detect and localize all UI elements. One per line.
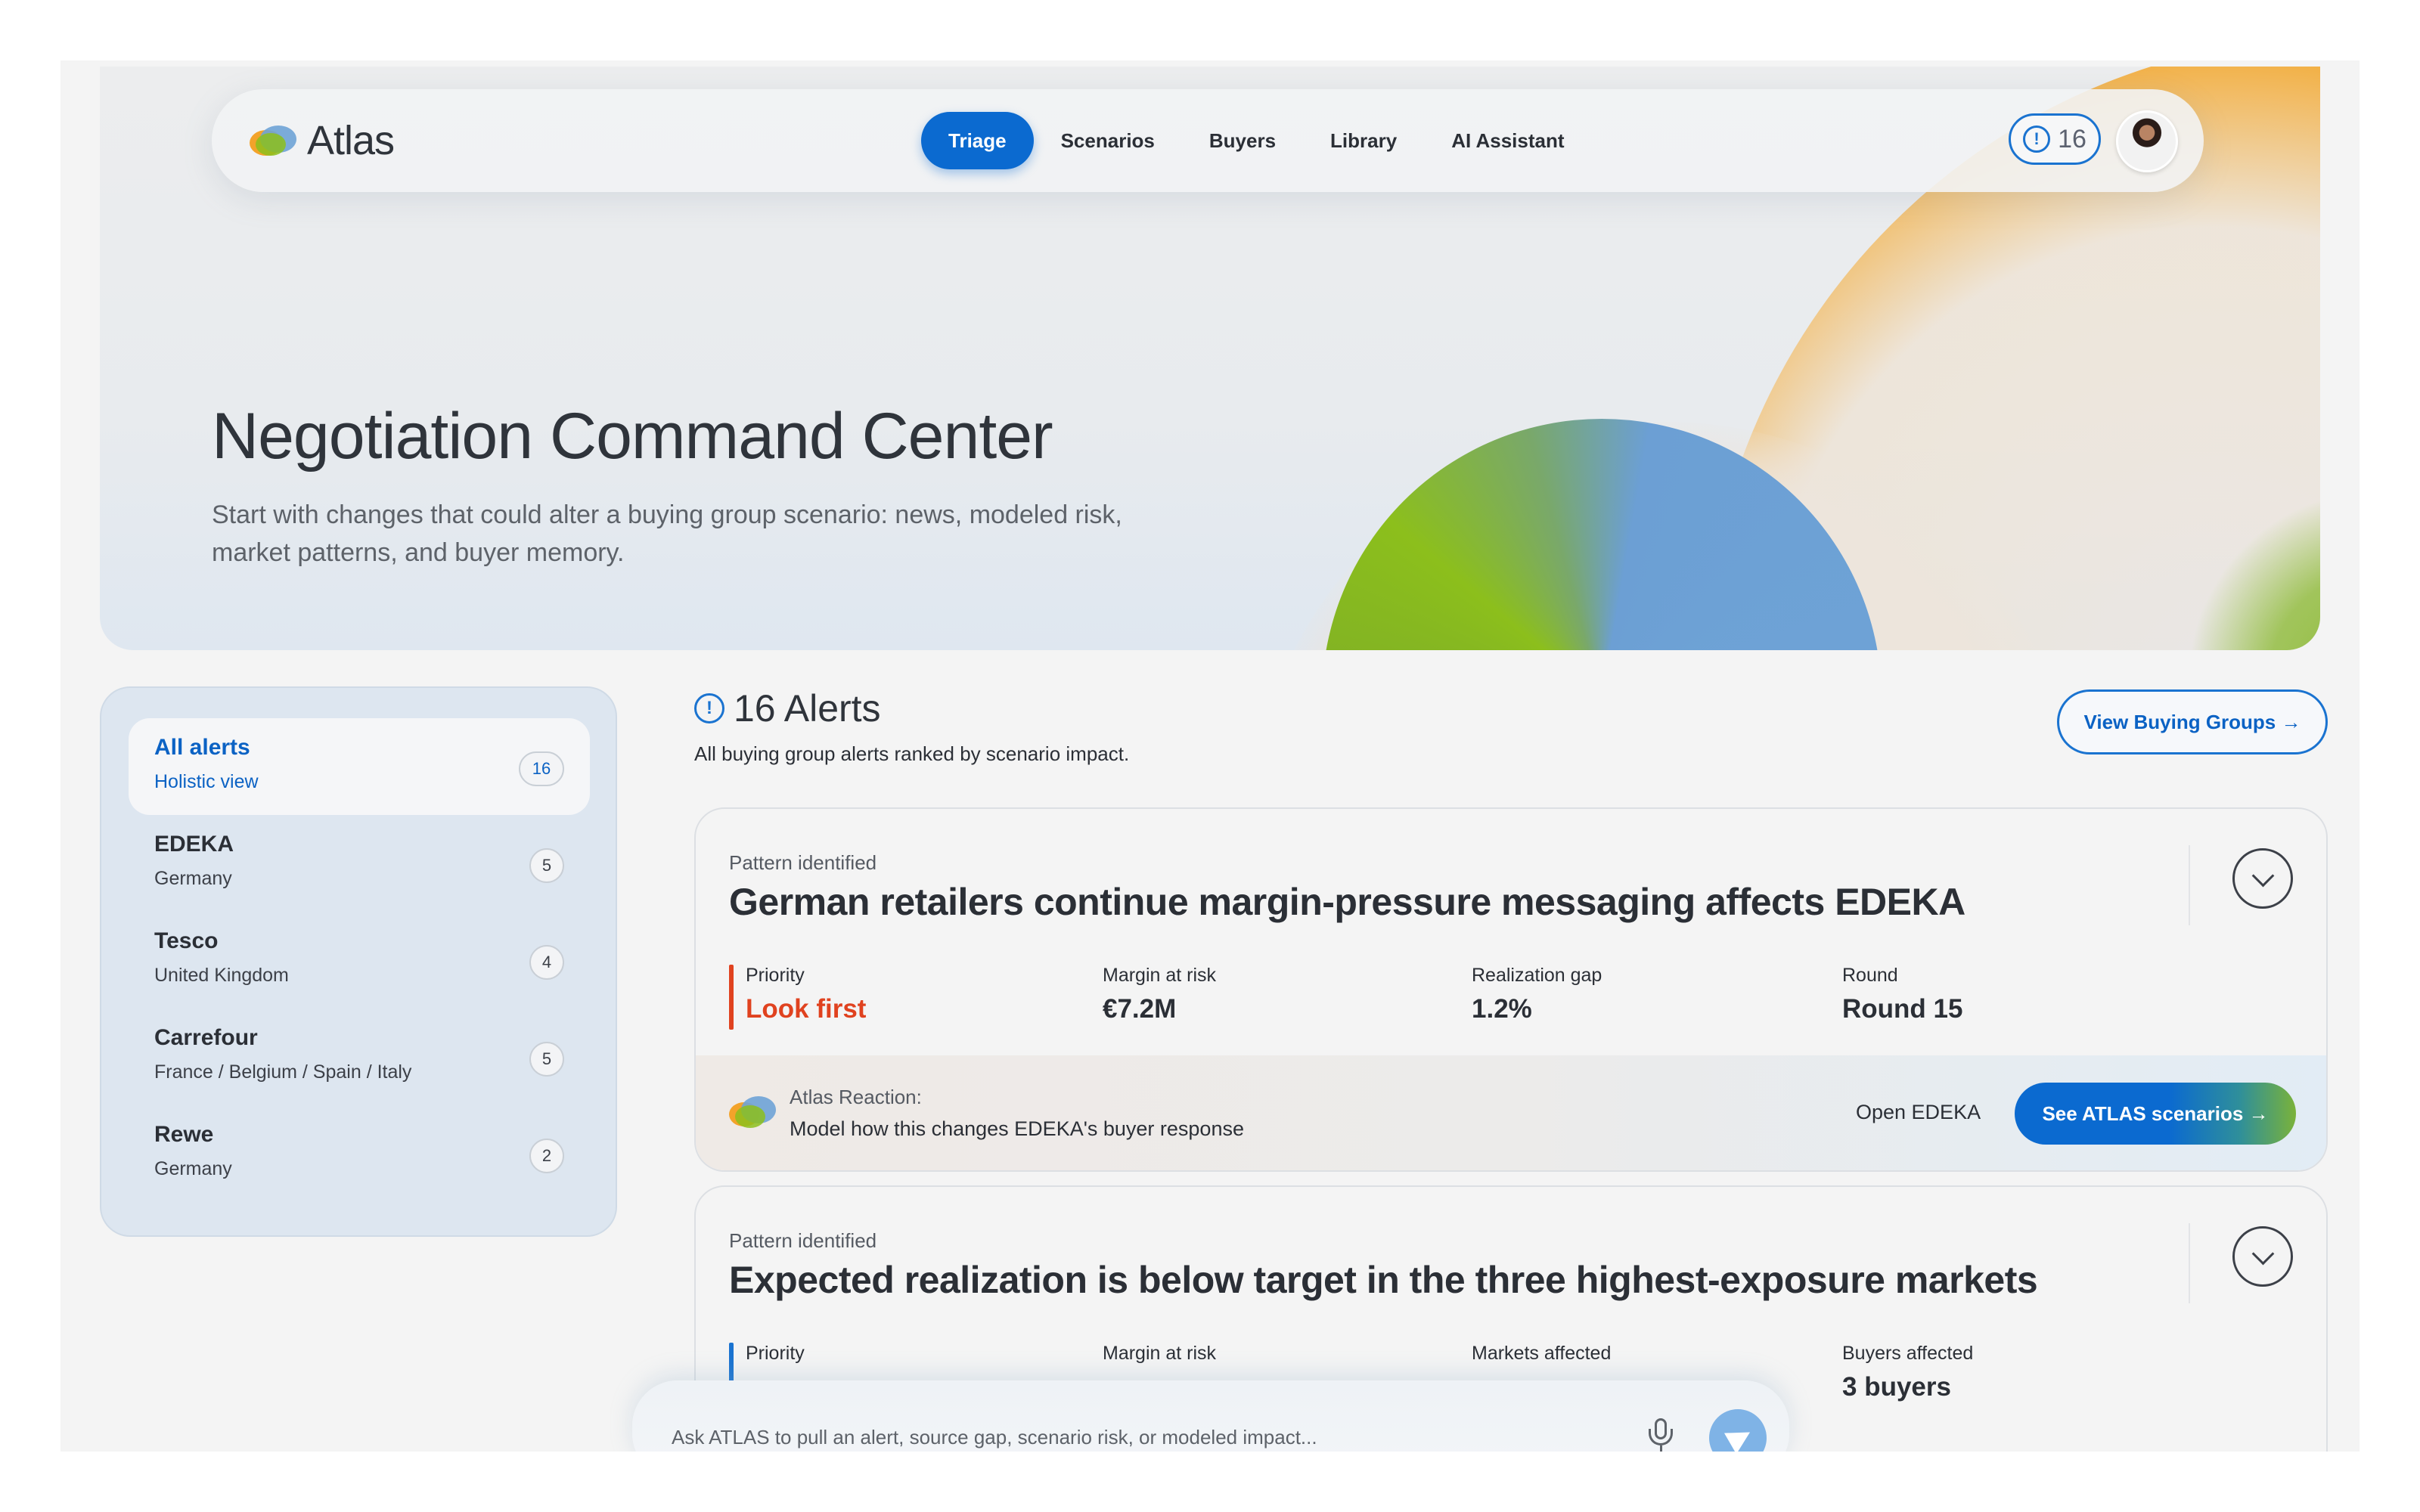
app-frame: Negotiation Command Center Start with ch… (60, 60, 2360, 1452)
sidebar-item-count: 2 (529, 1139, 564, 1173)
top-navigation: Atlas Triage Scenarios Buyers Library AI… (212, 89, 2204, 192)
metric-value: €7.2M (1103, 994, 1177, 1024)
sidebar-item-count: 4 (529, 945, 564, 980)
chevron-down-icon (2251, 1242, 2274, 1265)
metric-value: 3 buyers (1842, 1372, 1951, 1402)
metric-label: Margin at risk (1103, 1343, 1217, 1364)
alerts-count: 16 (2058, 124, 2086, 153)
tab-ai-assistant[interactable]: AI Assistant (1424, 112, 1591, 169)
alert-card: Pattern identified German retailers cont… (694, 807, 2328, 1172)
alerts-button[interactable]: ! 16 (2009, 113, 2101, 165)
alerts-subtitle: All buying group alerts ranked by scenar… (694, 742, 1130, 765)
atlas-reaction-bar: Atlas Reaction: Model how this changes E… (696, 1055, 2326, 1170)
tab-library[interactable]: Library (1303, 112, 1424, 169)
alert-card-body: Pattern identified German retailers cont… (696, 809, 2326, 1055)
divider (2189, 845, 2190, 925)
buying-group-filter: All alerts Holistic view 16 EDEKA German… (100, 686, 617, 1237)
sidebar-item-tesco[interactable]: Tesco United Kingdom 4 (129, 912, 590, 1009)
alert-icon: ! (2023, 125, 2051, 153)
sidebar-item-sub: France / Belgium / Spain / Italy (154, 1061, 412, 1083)
user-avatar[interactable] (2116, 110, 2178, 172)
microphone-icon[interactable] (1646, 1418, 1676, 1452)
ask-atlas-bar: Ask ATLAS to pull an alert, source gap, … (632, 1380, 1789, 1452)
metric-label: Round (1842, 965, 1898, 986)
page-title: Negotiation Command Center (212, 400, 1053, 472)
metric-label: Realization gap (1472, 965, 1602, 986)
atlas-logo-icon (250, 124, 301, 157)
metric-value: 1.2% (1472, 994, 1532, 1024)
sidebar-item-sub: United Kingdom (154, 965, 289, 986)
sidebar-item-sub: Holistic view (154, 771, 259, 792)
sidebar-item-label: Carrefour (154, 1025, 258, 1050)
app-name: Atlas (307, 118, 395, 163)
see-atlas-scenarios-button[interactable]: See ATLAS scenarios → (2015, 1083, 2296, 1145)
sidebar-item-sub: Germany (154, 1158, 232, 1179)
alert-kicker: Pattern identified (729, 851, 877, 874)
metric-margin-at-risk: Margin at risk €7.2M (1103, 965, 1216, 1031)
metric-label: Priority (746, 965, 805, 986)
reaction-label: Atlas Reaction: (790, 1086, 922, 1108)
metric-value: Round 15 (1842, 994, 1963, 1024)
expand-chevron-button[interactable] (2232, 848, 2293, 909)
sidebar-item-carrefour[interactable]: Carrefour France / Belgium / Spain / Ita… (129, 1009, 590, 1105)
alert-title[interactable]: Expected realization is below target in … (729, 1258, 2038, 1302)
metric-round: Round Round 15 (1842, 965, 1962, 1031)
divider (2189, 1223, 2190, 1303)
tab-buyers[interactable]: Buyers (1182, 112, 1303, 169)
sidebar-item-edeka[interactable]: EDEKA Germany 5 (129, 815, 590, 912)
sidebar-item-count: 5 (529, 848, 564, 883)
sidebar-item-rewe[interactable]: Rewe Germany 2 (129, 1105, 590, 1202)
metric-buyers-affected: Buyers affected 3 buyers (1842, 1343, 1973, 1409)
metric-label: Markets affected (1472, 1343, 1612, 1364)
sidebar-item-count: 5 (529, 1042, 564, 1077)
ask-input[interactable]: Ask ATLAS to pull an alert, source gap, … (672, 1426, 1317, 1449)
metric-label: Margin at risk (1103, 965, 1217, 986)
sidebar-item-label: All alerts (154, 735, 250, 760)
atlas-logo[interactable]: Atlas (250, 115, 395, 166)
metric-priority: Priority Look first (729, 965, 866, 1031)
tab-triage[interactable]: Triage (921, 112, 1034, 169)
atlas-logo-icon (729, 1095, 779, 1129)
send-button[interactable] (1709, 1409, 1767, 1452)
expand-chevron-button[interactable] (2232, 1226, 2293, 1287)
nav-tabs: Triage Scenarios Buyers Library AI Assis… (921, 112, 1592, 169)
chevron-down-icon (2251, 864, 2274, 887)
sidebar-item-sub: Germany (154, 868, 232, 889)
alerts-header: ! 16 Alerts All buying group alerts rank… (694, 686, 1129, 766)
metric-value: Look first (746, 994, 867, 1024)
alerts-title: ! 16 Alerts (694, 686, 1129, 730)
open-edeka-link[interactable]: Open EDEKA (1856, 1101, 1981, 1124)
sidebar-item-all-alerts[interactable]: All alerts Holistic view 16 (129, 718, 590, 815)
alert-kicker: Pattern identified (729, 1229, 877, 1252)
metric-label: Buyers affected (1842, 1343, 1974, 1364)
page-subtitle: Start with changes that could alter a bu… (212, 500, 1122, 567)
sidebar-item-count: 16 (519, 751, 564, 786)
sidebar-item-label: Tesco (154, 928, 219, 953)
alerts-title-text: 16 Alerts (734, 687, 881, 730)
metric-label: Priority (746, 1343, 805, 1364)
sidebar-item-label: Rewe (154, 1122, 214, 1147)
reaction-text: Model how this changes EDEKA's buyer res… (790, 1117, 1244, 1140)
metric-realization-gap: Realization gap 1.2% (1472, 965, 1602, 1031)
sidebar-item-label: EDEKA (154, 832, 234, 857)
alert-title[interactable]: German retailers continue margin-pressur… (729, 880, 1965, 924)
alert-icon: ! (694, 693, 724, 723)
view-buying-groups-button[interactable]: View Buying Groups → (2057, 689, 2328, 754)
send-icon (1724, 1421, 1756, 1452)
tab-scenarios[interactable]: Scenarios (1034, 112, 1182, 169)
